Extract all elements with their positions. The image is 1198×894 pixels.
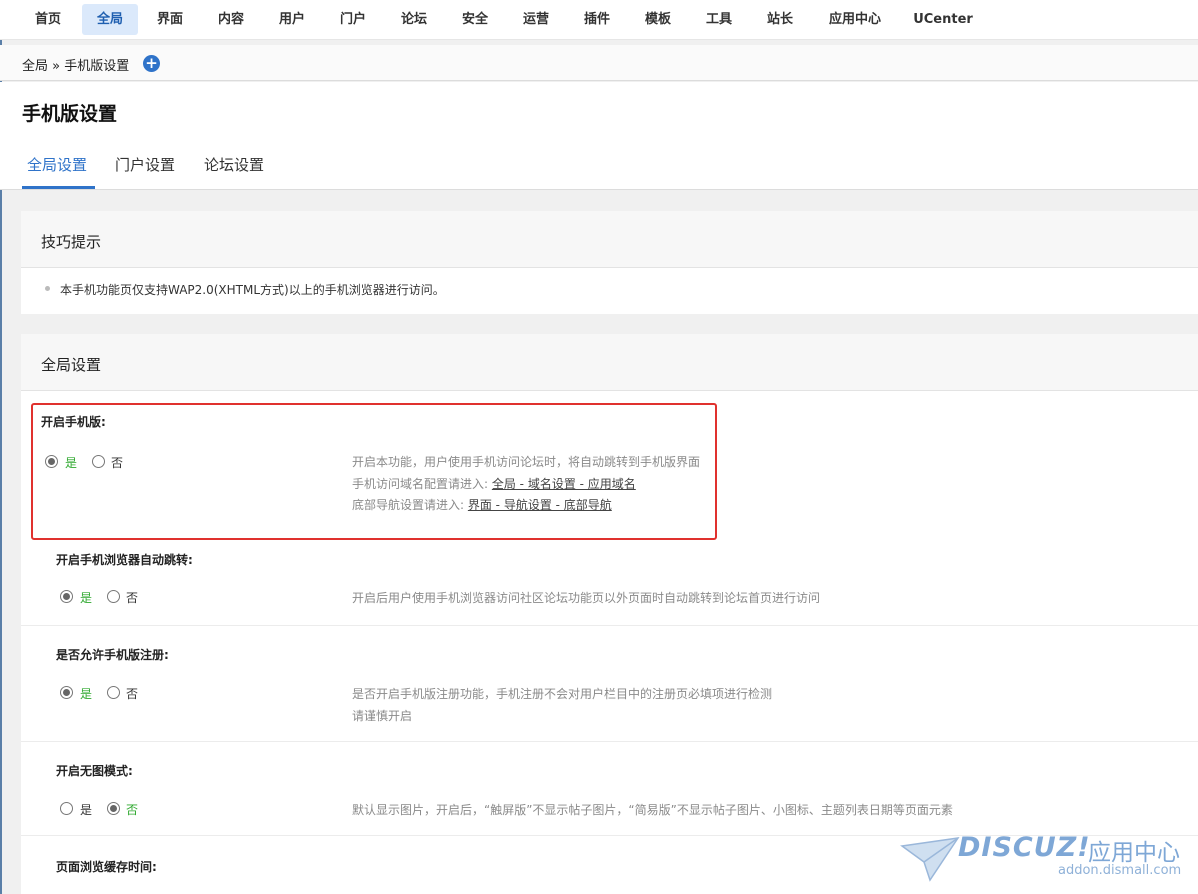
nav-item-webmaster[interactable]: 站长 xyxy=(754,4,806,35)
radio-yes-label[interactable]: 是 xyxy=(80,685,92,702)
radio-no[interactable] xyxy=(107,802,120,815)
radio-no-label[interactable]: 否 xyxy=(126,589,138,606)
tab-forum-settings[interactable]: 论坛设置 xyxy=(204,154,264,175)
tips-header: 技巧提示 xyxy=(21,211,1198,268)
nav-item-portal[interactable]: 门户 xyxy=(327,4,379,35)
radio-no-label[interactable]: 否 xyxy=(126,685,138,702)
radio-no[interactable] xyxy=(107,590,120,603)
setting-row-mobile-registration: 是否允许手机版注册: 是 否 是否开启手机版注册功能，手机注册不会对用户栏目中的… xyxy=(21,626,1198,742)
paper-plane-icon xyxy=(900,837,960,882)
settings-title: 全局设置 xyxy=(41,356,102,374)
setting-label: 开启手机浏览器自动跳转: xyxy=(56,553,193,567)
top-nav: 首页 全局 界面 内容 用户 门户 论坛 安全 运营 插件 模板 工具 站长 应… xyxy=(0,0,1198,40)
watermark-url: addon.dismall.com xyxy=(1058,863,1182,878)
nav-item-plugins[interactable]: 插件 xyxy=(571,4,623,35)
tip-text: 本手机功能页仅支持WAP2.0(XHTML方式)以上的手机浏览器进行访问。 xyxy=(60,283,445,297)
description-line: 开启后用户使用手机浏览器访问社区论坛功能页以外页面时自动跳转到论坛首页进行访问 xyxy=(352,591,821,605)
setting-label: 是否允许手机版注册: xyxy=(56,648,169,662)
radio-no[interactable] xyxy=(107,686,120,699)
nav-item-home[interactable]: 首页 xyxy=(22,4,74,35)
nav-item-users[interactable]: 用户 xyxy=(266,4,318,35)
setting-row-no-image-mode: 开启无图模式: 是 否 默认显示图片，开启后，“触屏版”不显示帖子图片，“简易版… xyxy=(21,742,1198,836)
nav-item-app-center[interactable]: 应用中心 xyxy=(818,4,892,35)
setting-description: 默认显示图片，开启后，“触屏版”不显示帖子图片，“简易版”不显示帖子图片、小图标… xyxy=(352,800,953,822)
radio-no-label[interactable]: 否 xyxy=(126,801,138,818)
watermark-logo: DISCUZ! xyxy=(958,832,1091,863)
setting-description: 是否开启手机版注册功能，手机注册不会对用户栏目中的注册页必填项进行检测 请谨慎开… xyxy=(352,684,772,727)
page-header: 手机版设置 全局设置 门户设置 论坛设置 xyxy=(0,82,1198,190)
nav-item-security[interactable]: 安全 xyxy=(449,4,501,35)
plus-circle-icon[interactable]: + xyxy=(143,55,160,72)
radio-yes[interactable] xyxy=(60,590,73,603)
description-line: 默认显示图片，开启后，“触屏版”不显示帖子图片，“简易版”不显示帖子图片、小图标… xyxy=(352,803,953,817)
nav-item-forum[interactable]: 论坛 xyxy=(388,4,440,35)
breadcrumb[interactable]: 全局 » 手机版设置 xyxy=(22,55,129,74)
description-line: 请谨慎开启 xyxy=(352,708,413,723)
tab-global-settings[interactable]: 全局设置 xyxy=(27,154,87,175)
radio-yes-label[interactable]: 是 xyxy=(80,801,92,818)
nav-item-ucenter[interactable]: UCenter xyxy=(906,4,980,35)
nav-item-global[interactable]: 全局 xyxy=(82,4,138,35)
nav-item-tools[interactable]: 工具 xyxy=(693,4,745,35)
breadcrumb-bar: 全局 » 手机版设置 + xyxy=(0,45,1198,81)
nav-item-interface[interactable]: 界面 xyxy=(144,4,196,35)
watermark-cn: 应用中心 xyxy=(1088,840,1180,866)
page-title: 手机版设置 xyxy=(22,103,118,125)
nav-item-operations[interactable]: 运营 xyxy=(510,4,562,35)
nav-item-content[interactable]: 内容 xyxy=(205,4,257,35)
tab-portal-settings[interactable]: 门户设置 xyxy=(115,154,175,175)
radio-yes-label[interactable]: 是 xyxy=(80,589,92,606)
settings-header: 全局设置 xyxy=(21,334,1198,391)
settings-card: 全局设置 开启手机版: 是 否 开启本功能，用户使用手机访问论坛时，将自动跳转到… xyxy=(21,334,1198,894)
nav-item-templates[interactable]: 模板 xyxy=(632,4,684,35)
radio-yes[interactable] xyxy=(60,686,73,699)
setting-label: 页面浏览缓存时间: xyxy=(56,860,157,874)
radio-yes[interactable] xyxy=(60,802,73,815)
tips-title: 技巧提示 xyxy=(41,233,102,251)
bullet-icon xyxy=(45,286,50,291)
active-tab-indicator xyxy=(22,186,95,189)
description-line: 是否开启手机版注册功能，手机注册不会对用户栏目中的注册页必填项进行检测 xyxy=(352,687,773,701)
setting-description: 开启后用户使用手机浏览器访问社区论坛功能页以外页面时自动跳转到论坛首页进行访问 xyxy=(352,588,820,610)
setting-label: 开启无图模式: xyxy=(56,764,133,778)
tips-card: 技巧提示 本手机功能页仅支持WAP2.0(XHTML方式)以上的手机浏览器进行访… xyxy=(21,211,1198,314)
watermark: DISCUZ! 应用中心 addon.dismall.com xyxy=(900,830,1192,892)
setting-row-auto-redirect: 开启手机浏览器自动跳转: 是 否 开启后用户使用手机浏览器访问社区论坛功能页以外… xyxy=(21,539,1198,626)
highlight-box xyxy=(31,403,717,540)
